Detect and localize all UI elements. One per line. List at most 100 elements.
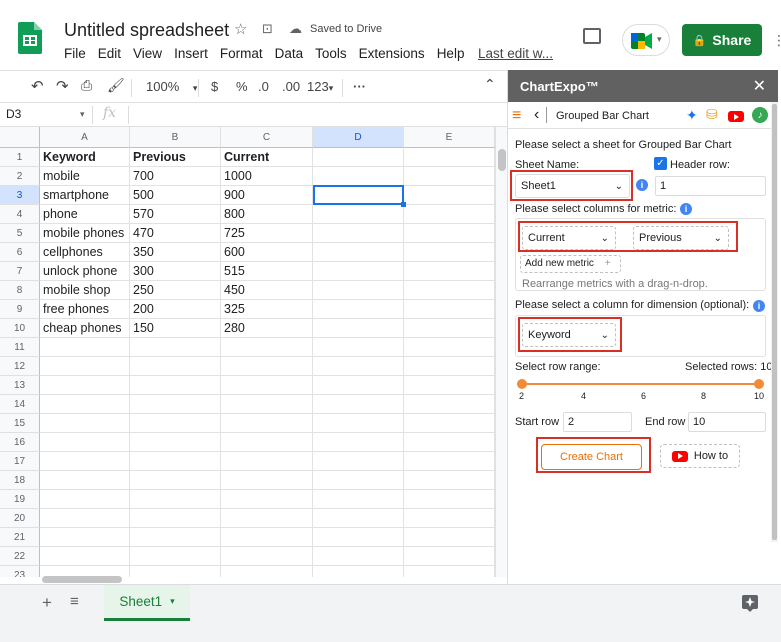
row-header[interactable]: 1: [0, 148, 40, 167]
cell[interactable]: [313, 167, 404, 186]
comment-history-icon[interactable]: [583, 28, 601, 44]
more-formats-button[interactable]: 123▾: [307, 79, 333, 94]
cell[interactable]: [221, 490, 313, 509]
cell[interactable]: [313, 376, 404, 395]
start-row-input[interactable]: 2: [563, 412, 632, 432]
cell[interactable]: [313, 471, 404, 490]
cell[interactable]: 450: [221, 281, 313, 300]
sidebar-scrollbar[interactable]: [771, 102, 778, 542]
cell[interactable]: [313, 300, 404, 319]
more-icon[interactable]: ⋮: [772, 32, 781, 49]
back-chevron-icon[interactable]: ‹: [534, 106, 539, 124]
how-to-button[interactable]: How to: [660, 444, 740, 468]
share-button[interactable]: 🔒 Share: [682, 24, 762, 56]
cell[interactable]: [221, 395, 313, 414]
cell[interactable]: Previous: [130, 148, 221, 167]
cell[interactable]: [404, 148, 495, 167]
explore-icon[interactable]: [741, 594, 759, 612]
row-header[interactable]: 6: [0, 243, 40, 262]
cell[interactable]: [313, 205, 404, 224]
cell[interactable]: [130, 547, 221, 566]
row-header[interactable]: 14: [0, 395, 40, 414]
cell[interactable]: [313, 528, 404, 547]
menu-data[interactable]: Data: [275, 46, 304, 61]
scrollbar-thumb[interactable]: [42, 576, 122, 583]
cell[interactable]: [404, 471, 495, 490]
cell[interactable]: [40, 490, 130, 509]
print-icon[interactable]: ⎙: [81, 77, 92, 94]
scrollbar-thumb[interactable]: [772, 104, 777, 540]
meet-button[interactable]: ▾: [622, 24, 670, 56]
redo-icon[interactable]: ↷: [56, 77, 69, 95]
cell[interactable]: [130, 528, 221, 547]
decrease-decimal-button[interactable]: .0: [258, 79, 269, 94]
cell[interactable]: free phones: [40, 300, 130, 319]
row-header[interactable]: 3: [0, 186, 40, 205]
cell[interactable]: [130, 433, 221, 452]
cell[interactable]: 500: [130, 186, 221, 205]
cell[interactable]: [404, 433, 495, 452]
cell[interactable]: [130, 414, 221, 433]
cell[interactable]: [404, 281, 495, 300]
move-folder-icon[interactable]: ⊡: [262, 21, 273, 37]
cell[interactable]: [313, 224, 404, 243]
document-title[interactable]: Untitled spreadsheet: [64, 20, 229, 41]
cell[interactable]: [221, 376, 313, 395]
sheet-name-select[interactable]: Sheet1 ⌄: [515, 174, 630, 198]
cell[interactable]: [313, 319, 404, 338]
cell[interactable]: [404, 547, 495, 566]
cell[interactable]: [221, 528, 313, 547]
more-tools-button[interactable]: ···: [353, 79, 366, 94]
row-header[interactable]: 17: [0, 452, 40, 471]
coins-icon[interactable]: ⛁: [706, 106, 718, 123]
cell[interactable]: [404, 205, 495, 224]
row-header[interactable]: 22: [0, 547, 40, 566]
spreadsheet-grid[interactable]: ABCDE 1 Keyword Previous Current 2 mobile 700 1…: [0, 127, 495, 577]
row-header[interactable]: 15: [0, 414, 40, 433]
metric-select-previous[interactable]: Previous ⌄: [633, 226, 729, 250]
row-header[interactable]: 18: [0, 471, 40, 490]
cell[interactable]: [404, 490, 495, 509]
selected-cell-d3[interactable]: [313, 185, 404, 205]
last-edit-link[interactable]: Last edit w...: [478, 46, 553, 61]
cell[interactable]: [40, 509, 130, 528]
cell[interactable]: [404, 319, 495, 338]
row-header[interactable]: 19: [0, 490, 40, 509]
cell[interactable]: cheap phones: [40, 319, 130, 338]
cell[interactable]: [313, 509, 404, 528]
cell[interactable]: [404, 395, 495, 414]
cell[interactable]: [40, 338, 130, 357]
cell[interactable]: [130, 471, 221, 490]
row-header[interactable]: 12: [0, 357, 40, 376]
cell[interactable]: 725: [221, 224, 313, 243]
cell[interactable]: [40, 395, 130, 414]
percent-format-button[interactable]: %: [236, 79, 248, 94]
row-header[interactable]: 13: [0, 376, 40, 395]
cell[interactable]: [221, 433, 313, 452]
cell[interactable]: 600: [221, 243, 313, 262]
cell[interactable]: [130, 338, 221, 357]
menu-insert[interactable]: Insert: [174, 46, 208, 61]
cell[interactable]: [40, 357, 130, 376]
youtube-icon[interactable]: [728, 111, 744, 122]
menu-extensions[interactable]: Extensions: [359, 46, 425, 61]
row-header[interactable]: 21: [0, 528, 40, 547]
select-all-corner[interactable]: [0, 127, 40, 148]
cell[interactable]: [313, 414, 404, 433]
cell[interactable]: [313, 281, 404, 300]
close-icon[interactable]: ✕: [753, 76, 766, 96]
cell[interactable]: [221, 414, 313, 433]
cell[interactable]: [130, 509, 221, 528]
row-header[interactable]: 4: [0, 205, 40, 224]
header-row-checkbox[interactable]: ✓: [654, 157, 667, 170]
cell[interactable]: smartphone: [40, 186, 130, 205]
cell[interactable]: 700: [130, 167, 221, 186]
row-header[interactable]: 7: [0, 262, 40, 281]
cell[interactable]: [313, 395, 404, 414]
row-header[interactable]: 16: [0, 433, 40, 452]
cell[interactable]: [313, 338, 404, 357]
currency-format-button[interactable]: $: [211, 79, 218, 94]
cell[interactable]: mobile phones: [40, 224, 130, 243]
google-sheets-logo-icon[interactable]: [18, 22, 42, 54]
column-header-e[interactable]: E: [404, 127, 495, 148]
